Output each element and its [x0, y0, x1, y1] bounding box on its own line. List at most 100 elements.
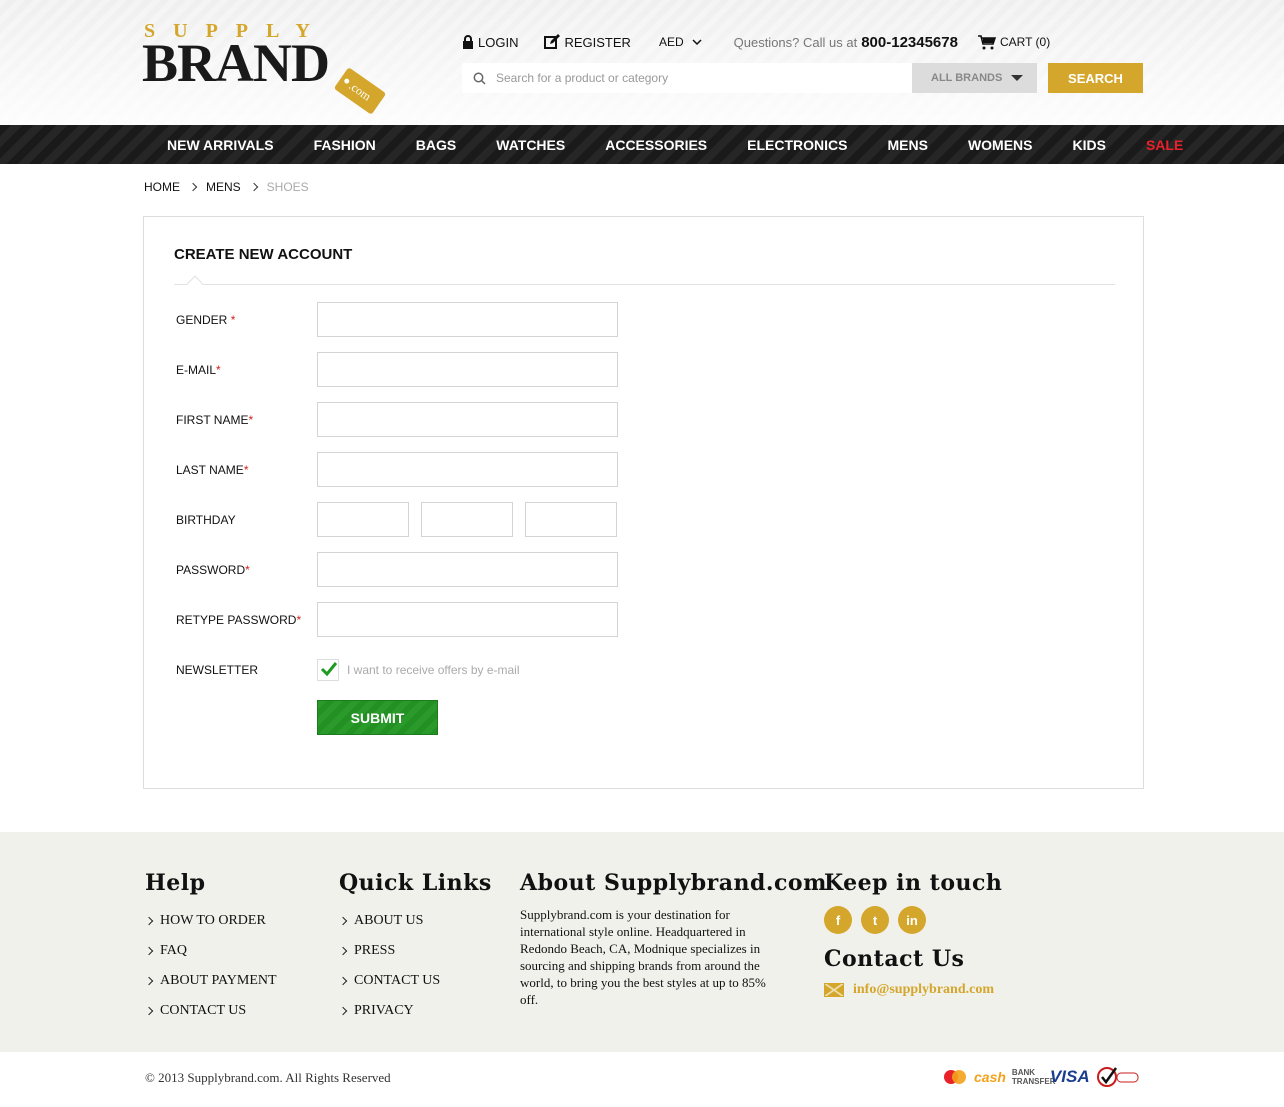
footer-link-privacy[interactable]: PRIVACY: [339, 996, 492, 1026]
footer-quick-links: Quick Links ABOUT US PRESS CONTACT US PR…: [339, 870, 492, 1026]
footer-quick-title: Quick Links: [339, 870, 492, 896]
search-button[interactable]: SEARCH: [1048, 63, 1143, 93]
main-nav: NEW ARRIVALS FASHION BAGS WATCHES ACCESS…: [0, 125, 1284, 164]
phone-info: Questions? Call us at 800-12345678: [734, 34, 958, 51]
cart-icon: [977, 34, 996, 49]
first-name-field[interactable]: [317, 402, 618, 437]
footer-link-about-payment[interactable]: ABOUT PAYMENT: [145, 966, 277, 996]
newsletter-option: I want to receive offers by e-mail: [317, 658, 520, 681]
password-row: PASSWORD*: [176, 552, 618, 587]
newsletter-label: NEWSLETTER: [176, 662, 259, 677]
cart-link[interactable]: CART (0): [977, 34, 1050, 50]
nav-item-womens[interactable]: WOMENS: [968, 137, 1033, 153]
facebook-icon[interactable]: f: [824, 906, 852, 934]
submit-button[interactable]: SUBMIT: [317, 700, 438, 735]
register-label: REGISTER: [564, 34, 631, 50]
nav-item-accessories[interactable]: ACCESSORIES: [605, 137, 707, 153]
birthday-year-field[interactable]: [525, 502, 617, 537]
footer-about-title: About Supplybrand.com: [520, 870, 827, 896]
nav-item-fashion[interactable]: FASHION: [314, 137, 376, 153]
breadcrumb-mens[interactable]: MENS: [206, 180, 241, 194]
breadcrumb: HOME MENS SHOES: [144, 180, 309, 194]
currency-label: AED: [658, 35, 684, 49]
last-name-row: LAST NAME*: [176, 452, 618, 487]
email-field[interactable]: [317, 352, 618, 387]
footer-touch-title: Keep in touch: [824, 870, 1003, 896]
page-title: CREATE NEW ACCOUNT: [174, 246, 353, 263]
birthday-row: BIRTHDAY: [176, 502, 617, 537]
logo-tag-text: .com: [346, 78, 374, 104]
footer-link-about-us[interactable]: ABOUT US: [339, 906, 492, 936]
cash-icon: cash: [974, 1069, 1006, 1085]
chevron-right-icon: [188, 182, 198, 192]
brands-label: ALL BRANDS: [931, 72, 1003, 84]
top-bar: LOGIN REGISTER AED Questions? Call us at…: [462, 30, 1070, 54]
nav-item-mens[interactable]: MENS: [887, 137, 927, 153]
footer-about: About Supplybrand.com Supplybrand.com is…: [520, 870, 827, 1008]
verified-secure-icon: [1096, 1067, 1139, 1087]
twitter-icon[interactable]: t: [861, 906, 889, 934]
first-name-label: FIRST NAME*: [176, 412, 254, 427]
bank-transfer-icon: BANK TRANSFER: [1011, 1068, 1056, 1086]
retype-password-label: RETYPE PASSWORD*: [176, 612, 302, 627]
footer-link-press[interactable]: PRESS: [339, 936, 492, 966]
nav-item-kids[interactable]: KIDS: [1073, 137, 1106, 153]
nav-item-bags[interactable]: BAGS: [416, 137, 456, 153]
linkedin-icon[interactable]: in: [898, 906, 926, 934]
gender-row: GENDER *: [176, 302, 618, 337]
search-box: [462, 63, 912, 93]
last-name-label: LAST NAME*: [176, 462, 249, 477]
password-label: PASSWORD*: [176, 562, 250, 577]
currency-select[interactable]: AED: [659, 35, 706, 49]
nav-item-electronics[interactable]: ELECTRONICS: [747, 137, 847, 153]
birthday-month-field[interactable]: [421, 502, 513, 537]
newsletter-row: NEWSLETTER I want to receive offers by e…: [176, 652, 520, 687]
caret-down-icon: [1011, 75, 1023, 81]
footer-link-how-to-order[interactable]: HOW TO ORDER: [145, 906, 277, 936]
retype-password-field[interactable]: [317, 602, 618, 637]
footer-link-faq[interactable]: FAQ: [145, 936, 277, 966]
birthday-label: BIRTHDAY: [176, 512, 236, 527]
divider-notch: [186, 275, 204, 293]
lock-icon: [463, 34, 473, 49]
email-link[interactable]: info@supplybrand.com: [853, 982, 994, 998]
footer-link-contact-us[interactable]: CONTACT US: [145, 996, 277, 1026]
payment-methods: cash BANK TRANSFER VISA: [942, 1066, 1146, 1088]
footer-contact-title: Contact Us: [824, 946, 965, 972]
footer-help-title: Help: [145, 870, 206, 896]
logo[interactable]: SUPPLY BRAND .com: [142, 20, 392, 120]
mastercard-icon: [944, 1070, 966, 1084]
breadcrumb-current: SHOES: [266, 180, 309, 194]
nav-item-new-arrivals[interactable]: NEW ARRIVALS: [167, 137, 274, 153]
password-field[interactable]: [317, 552, 618, 587]
chevron-right-icon: [249, 182, 258, 192]
gender-field[interactable]: [317, 302, 618, 337]
chevron-down-icon: [692, 39, 702, 46]
last-name-field[interactable]: [317, 452, 618, 487]
phone-number[interactable]: 800-12345678: [861, 34, 958, 51]
newsletter-checkbox[interactable]: [317, 658, 339, 681]
nav-item-watches[interactable]: WATCHES: [496, 137, 565, 153]
title-divider: [174, 284, 1115, 285]
nav-item-sale[interactable]: SALE: [1146, 137, 1183, 153]
footer-link-contact-us-2[interactable]: CONTACT US: [339, 966, 492, 996]
footer-help: Help HOW TO ORDER FAQ ABOUT PAYMENT CONT…: [145, 870, 277, 1026]
search-icon: [473, 72, 486, 85]
question-text: Questions? Call us at: [733, 34, 858, 50]
breadcrumb-home[interactable]: HOME: [144, 180, 180, 194]
visa-icon: VISA: [1049, 1067, 1090, 1086]
footer-touch: Keep in touch f t in Contact Us info@sup…: [824, 870, 1002, 998]
login-link[interactable]: LOGIN: [462, 35, 518, 50]
envelope-icon: [824, 983, 844, 997]
login-label: LOGIN: [478, 34, 519, 50]
gender-label: GENDER *: [176, 312, 236, 327]
register-link[interactable]: REGISTER: [544, 34, 631, 50]
birthday-day-field[interactable]: [317, 502, 409, 537]
footer-about-text: Supplybrand.com is your destination for …: [520, 907, 766, 1007]
footer-email: info@supplybrand.com: [824, 982, 1002, 998]
search-input[interactable]: [496, 71, 876, 85]
email-row: E-MAIL*: [176, 352, 618, 387]
footer: Help HOW TO ORDER FAQ ABOUT PAYMENT CONT…: [0, 832, 1284, 1052]
brands-dropdown[interactable]: ALL BRANDS: [912, 63, 1037, 93]
edit-icon: [544, 34, 561, 49]
